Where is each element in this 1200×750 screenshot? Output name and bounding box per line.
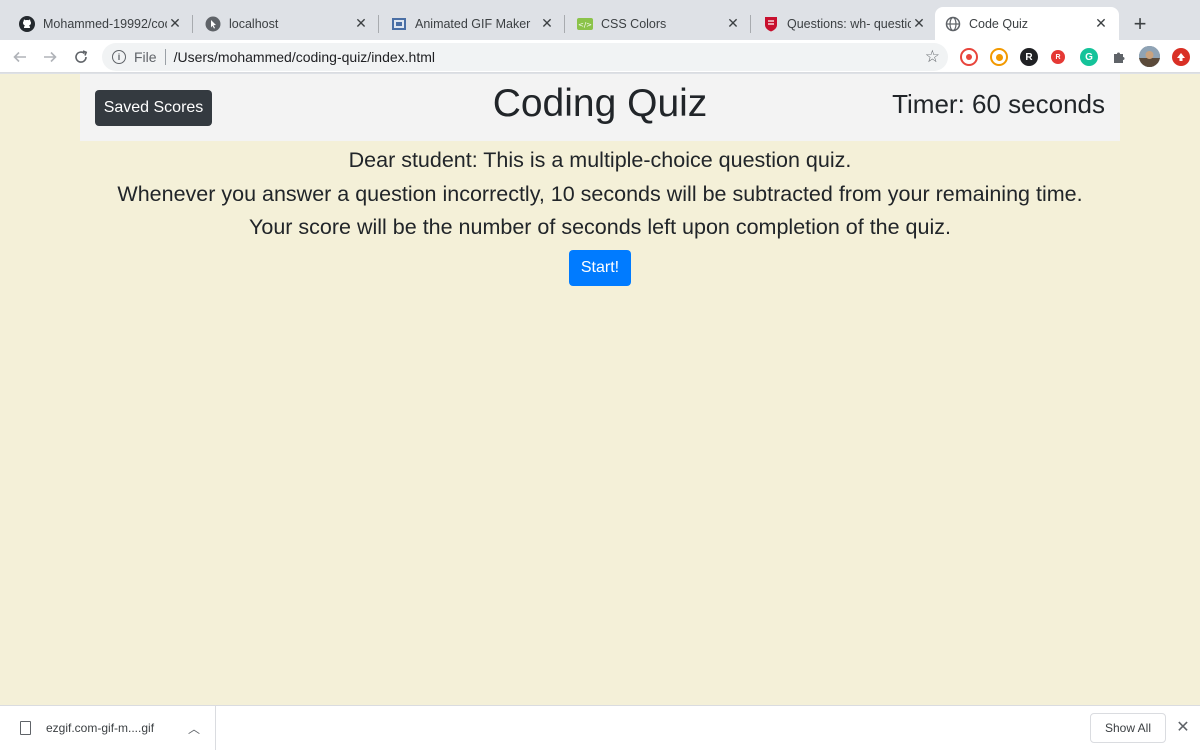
forward-icon[interactable] <box>38 45 62 69</box>
quiz-instructions: Dear student: This is a multiple-choice … <box>0 144 1200 245</box>
tab-github[interactable]: Mohammed-19992/cod ✕ <box>0 7 193 40</box>
download-file-name: ezgif.com-gif-m....gif <box>46 721 155 735</box>
start-button[interactable]: Start! <box>569 250 631 286</box>
honey-icon[interactable] <box>990 48 1008 66</box>
close-icon[interactable]: ✕ <box>539 15 555 32</box>
tab-title: Mohammed-19992/cod <box>43 16 167 31</box>
profile-avatar[interactable] <box>1139 46 1160 67</box>
globe-icon <box>945 16 961 32</box>
close-icon[interactable]: ✕ <box>167 15 183 32</box>
file-icon <box>20 721 31 735</box>
scheme-label: File <box>134 49 157 65</box>
close-icon[interactable]: ✕ <box>1093 15 1109 32</box>
close-icon[interactable]: ✕ <box>353 15 369 32</box>
tab-title: Code Quiz <box>969 16 1029 31</box>
cambridge-icon <box>763 16 779 32</box>
close-icon[interactable]: ✕ <box>725 15 741 32</box>
tab-title: localhost <box>229 16 279 31</box>
screen-record-icon[interactable] <box>960 48 978 66</box>
info-icon[interactable]: i <box>112 50 126 64</box>
cursor-icon <box>205 16 221 32</box>
url-text[interactable]: /Users/mohammed/coding-quiz/index.html <box>174 49 435 65</box>
tab-strip: Mohammed-19992/cod ✕ localhost ✕ Animate… <box>0 0 1200 40</box>
r-extension-icon[interactable]: R <box>1020 48 1038 66</box>
grammarly-icon[interactable]: G <box>1080 48 1098 66</box>
download-item[interactable]: ezgif.com-gif-m....gif ︿ <box>0 706 216 750</box>
instruction-line: Whenever you answer a question incorrect… <box>117 181 1083 206</box>
tab-title: Questions: wh- questio <box>787 16 911 31</box>
github-icon <box>19 15 35 32</box>
page-viewport: Saved Scores Coding Quiz Timer: 60 secon… <box>0 74 1200 705</box>
tab-code-quiz[interactable]: Code Quiz ✕ <box>935 7 1119 40</box>
tab-questions[interactable]: Questions: wh- questio ✕ <box>744 7 937 40</box>
address-bar[interactable]: i File /Users/mohammed/coding-quiz/index… <box>102 43 948 71</box>
browser-toolbar: i File /Users/mohammed/coding-quiz/index… <box>0 40 1200 73</box>
tab-css-colors[interactable]: </> CSS Colors ✕ <box>558 7 751 40</box>
tab-localhost[interactable]: localhost ✕ <box>186 7 379 40</box>
instruction-line: Your score will be the number of seconds… <box>249 215 951 239</box>
bookmark-star-icon[interactable]: ☆ <box>925 47 940 67</box>
tab-title: Animated GIF Maker <box>415 16 531 31</box>
tab-title: CSS Colors <box>601 16 667 31</box>
reload-icon[interactable] <box>69 45 93 69</box>
css-icon: </> <box>577 16 593 32</box>
new-tab-button[interactable]: + <box>1128 11 1152 36</box>
timer-display: Timer: 60 seconds <box>892 89 1105 119</box>
close-icon[interactable]: ✕ <box>911 15 927 32</box>
back-icon[interactable] <box>8 45 32 69</box>
red-extension-icon[interactable]: R <box>1051 50 1065 64</box>
chevron-up-icon[interactable]: ︿ <box>188 720 200 737</box>
download-shelf: ezgif.com-gif-m....gif ︿ Show All ✕ <box>0 705 1200 750</box>
svg-text:</>: </> <box>578 21 592 29</box>
close-icon[interactable]: ✕ <box>1174 718 1192 736</box>
tab-gif-maker[interactable]: Animated GIF Maker ✕ <box>372 7 565 40</box>
update-icon[interactable] <box>1172 48 1190 66</box>
address-divider <box>164 49 166 65</box>
quiz-header: Saved Scores Coding Quiz Timer: 60 secon… <box>80 74 1120 141</box>
instruction-line: Dear student: This is a multiple-choice … <box>348 148 852 172</box>
show-all-button[interactable]: Show All <box>1090 713 1166 743</box>
puzzle-icon[interactable] <box>1110 48 1128 66</box>
ezgif-icon <box>391 16 407 32</box>
